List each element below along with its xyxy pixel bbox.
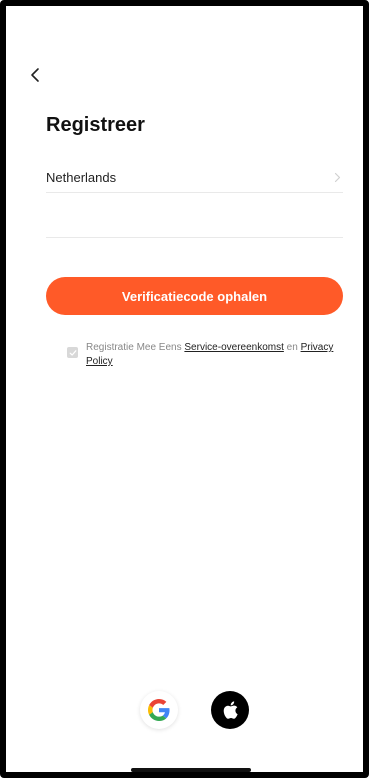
country-label: Netherlands [46, 169, 117, 185]
google-icon [148, 699, 170, 721]
apple-login-button[interactable] [211, 691, 249, 729]
agreement-checkbox[interactable] [67, 347, 78, 358]
home-indicator [131, 768, 251, 772]
google-login-button[interactable] [140, 691, 178, 729]
back-button[interactable] [24, 64, 46, 86]
agreement-connector: en [286, 342, 298, 353]
account-input[interactable] [46, 202, 343, 238]
checkmark-icon [69, 349, 76, 356]
agreement-text: Registratie Mee Eens Service-overeenkoms… [86, 341, 337, 369]
country-selector[interactable]: Netherlands [46, 162, 343, 193]
agreement-prefix: Registratie Mee Eens [86, 342, 182, 353]
chevron-left-icon [31, 68, 39, 82]
page-title: Registreer [46, 114, 145, 136]
agreement-block: Registratie Mee Eens Service-overeenkoms… [67, 341, 337, 369]
phone-screen: Registreer Netherlands Verificatiecode o… [0, 0, 369, 778]
chevron-right-icon [331, 171, 343, 183]
get-verification-code-button[interactable]: Verificatiecode ophalen [46, 277, 343, 315]
apple-icon [223, 701, 238, 719]
service-agreement-link[interactable]: Service-overeenkomst [184, 342, 283, 353]
